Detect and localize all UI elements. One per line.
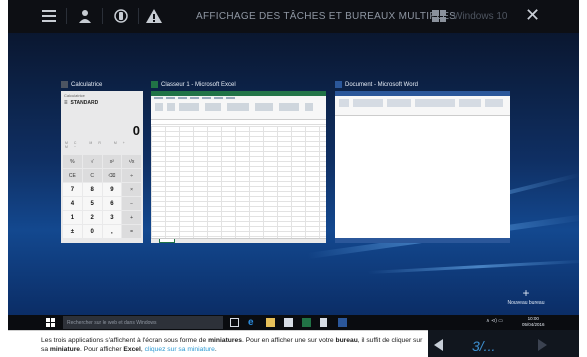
calculator-key[interactable]: ¹/x [122,155,141,168]
desktop-background: Calculatrice Calculatrice ≡ STANDARD 0 M… [8,33,579,315]
excel-cell-grid [151,126,326,238]
excel-taskbar-icon[interactable] [302,318,311,327]
calculator-memory-row: MC MR M+ M− [65,141,131,149]
calculator-display: 0 [132,123,140,138]
excel-thumbnail[interactable] [151,91,326,243]
calculator-thumbnail[interactable]: Calculatrice ≡ STANDARD 0 MC MR M+ M− % √… [61,91,143,243]
start-button-icon[interactable] [46,318,55,327]
close-icon[interactable]: ✕ [525,5,540,25]
windows-logo-icon [432,10,446,22]
menu-icon: ≡ [64,100,68,106]
window-title: Calculatrice [61,79,102,90]
calculator-key[interactable]: + [122,211,141,224]
wallpaper-light-beam [367,259,579,274]
calculator-key[interactable]: √ [82,155,102,168]
caption-text: Les trois applications s'affichent à l'é… [41,337,209,344]
edge-browser-icon[interactable]: e [248,318,257,328]
calculator-key[interactable]: ± [63,225,82,238]
excel-icon [151,81,158,88]
word-ribbon [335,96,510,116]
list-icon[interactable] [42,7,56,25]
calculator-key[interactable]: x² [102,155,122,168]
calculator-mode-label: STANDARD [70,100,99,106]
clock-date: 05/04/2016 [522,322,545,327]
word-thumbnail[interactable] [335,91,510,243]
toolbar-separator [138,8,139,24]
calculator-key[interactable]: C [82,169,102,182]
hand-icon[interactable] [112,7,130,25]
store-icon[interactable] [284,318,293,327]
plus-icon: + [522,286,530,300]
new-desktop-button[interactable]: + Nouveau bureau [496,287,556,306]
calculator-key[interactable]: − [122,197,141,210]
calculator-key[interactable]: × [122,183,141,196]
calculator-key[interactable]: 6 [102,197,122,210]
word-document-page [335,117,510,238]
taskbar-search-box[interactable]: Rechercher sur le web et dans Windows [63,316,223,329]
calculator-key[interactable]: 7 [63,183,82,196]
caption-text: . Pour afficher [80,346,124,353]
toolbar-separator [102,8,103,24]
calculator-key[interactable]: CE [63,169,82,182]
word-status-bar [335,238,510,243]
calculator-header: Calculatrice [64,93,85,98]
calculator-key[interactable]: 5 [82,197,102,210]
excel-ribbon [151,100,326,120]
file-explorer-icon[interactable] [266,318,275,327]
top-toolbar: AFFICHAGE DES TÂCHES ET BUREAUX MULTIPLE… [8,0,579,33]
word-taskbar-icon[interactable] [338,318,347,327]
calculator-key[interactable]: % [63,155,82,168]
caption-bold: miniature [49,346,81,353]
next-arrow-icon[interactable] [538,339,547,351]
system-tray[interactable]: ∧ ⊲) ▭ [486,318,503,324]
caption-text: . Pour en afficher une sur votre [241,337,336,344]
calculator-key[interactable]: 8 [82,183,102,196]
taskbar-clock[interactable]: 10:00 05/04/2016 [522,316,545,328]
screen: AFFICHAGE DES TÂCHES ET BUREAUX MULTIPLE… [8,0,579,357]
calculator-key[interactable]: 0 [82,225,102,238]
calculator-key[interactable]: = [122,225,141,238]
warning-icon[interactable] [146,7,162,25]
new-desktop-label: Nouveau bureau [507,300,545,306]
window-title: Classeur 1 - Microsoft Excel [151,79,236,90]
caption-highlight: cliquez sur sa miniature [144,346,215,353]
page-indicator: 3/... [472,338,496,354]
caption-bold: bureau [335,337,358,344]
windows-version-label: Windows 10 [453,11,508,22]
toolbar-separator [66,8,67,24]
user-icon[interactable] [78,7,92,25]
tutorial-navigation: 3/... [428,330,579,357]
calculator-key[interactable]: 1 [63,211,82,224]
calculator-key[interactable]: ⌫ [102,169,122,182]
calculator-key[interactable]: 2 [82,211,102,224]
word-icon [335,81,342,88]
toolbar-title: AFFICHAGE DES TÂCHES ET BUREAUX MULTIPLE… [196,11,457,22]
calculator-keypad: % √ x² ¹/x CE C ⌫ ÷ 7 8 9 × 4 5 6− 1 2 3 + ±0, = [63,155,141,238]
caption-bold: Excel [123,346,141,353]
calculator-mode: ≡ STANDARD [61,100,143,106]
excel-formula-bar [151,120,326,125]
window-title-label: Calculatrice [71,81,103,88]
calculator-taskbar-icon[interactable] [320,318,327,327]
calculator-key[interactable]: , [102,225,122,238]
taskbar: Rechercher sur le web et dans Windows e … [8,315,579,330]
calculator-key[interactable]: ÷ [122,169,141,182]
instruction-caption: Les trois applications s'affichent à l'é… [8,330,428,357]
caption-text: . [214,346,217,353]
previous-arrow-icon[interactable] [434,339,443,351]
window-title-label: Classeur 1 - Microsoft Excel [161,81,236,88]
task-view-icon[interactable] [230,318,239,327]
calculator-icon [61,81,68,88]
window-title: Document - Microsoft Word [335,79,418,90]
calculator-key[interactable]: 9 [102,183,122,196]
excel-sheet-tabs [151,238,326,243]
calculator-key[interactable]: 4 [63,197,82,210]
calculator-key[interactable]: 3 [102,211,122,224]
caption-bold: miniatures [208,337,242,344]
window-title-label: Document - Microsoft Word [345,81,418,88]
